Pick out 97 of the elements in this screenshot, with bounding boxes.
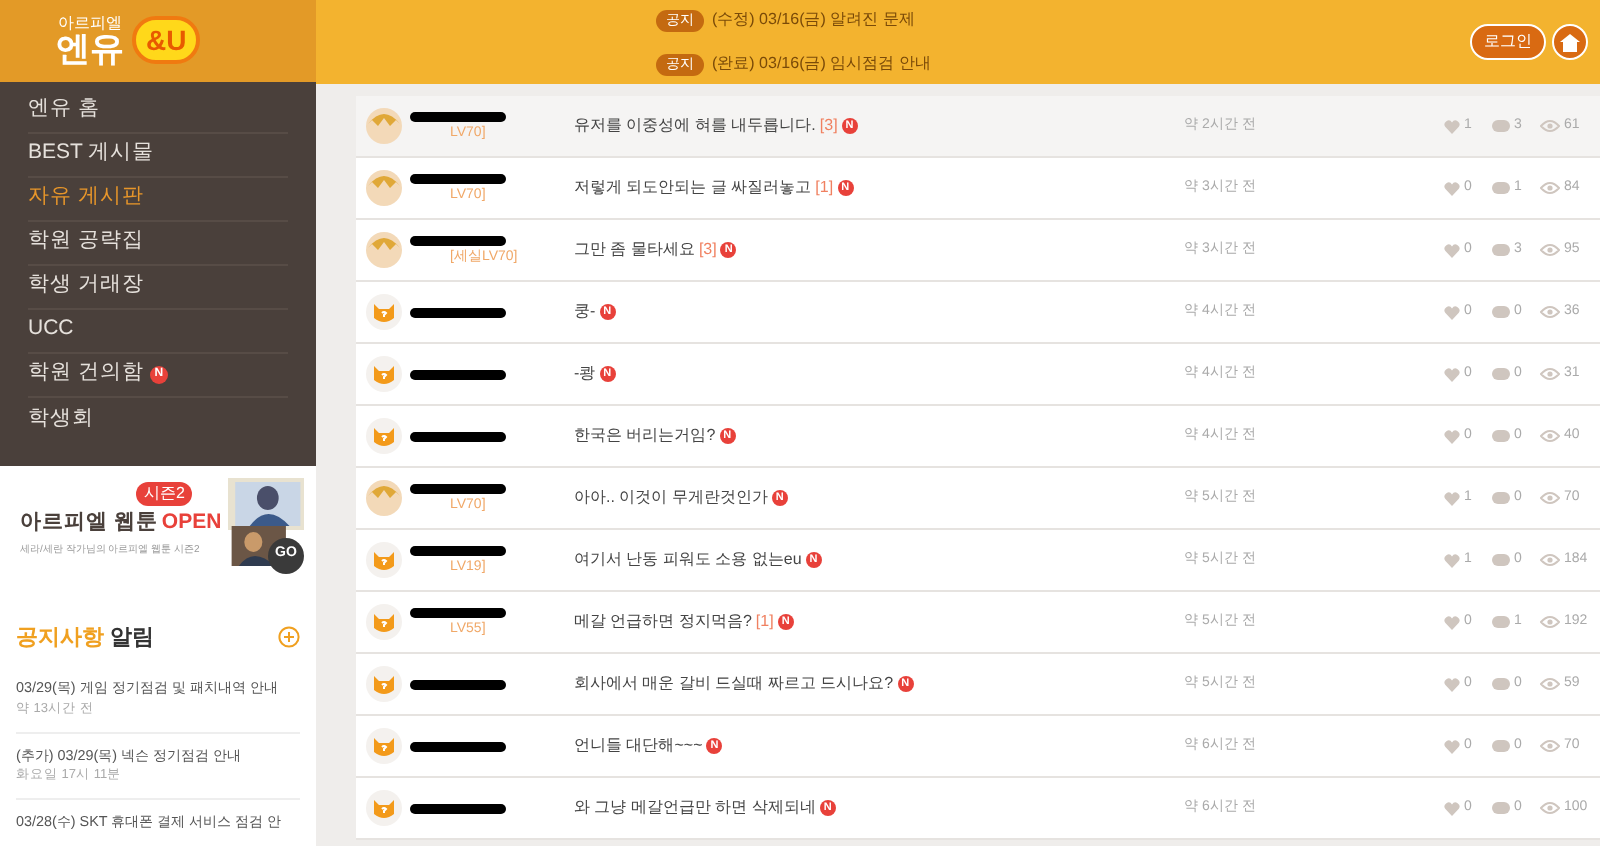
notice-link[interactable]: (수정) 03/16(금) 알려진 문제	[712, 8, 915, 32]
logo-badge: &U	[132, 16, 201, 65]
redaction-mark	[410, 546, 506, 556]
banner-open: OPEN	[161, 507, 222, 538]
notice-link[interactable]: (완료) 03/16(금) 임시점검 안내	[712, 52, 931, 76]
notice-heading: 공지사항	[16, 623, 104, 654]
comment-count: [1]	[755, 610, 774, 634]
comment-count: [3]	[698, 238, 717, 262]
eye-icon	[1540, 244, 1560, 256]
redaction-mark	[410, 484, 506, 494]
heart-icon	[1444, 181, 1460, 195]
notice-heading-sub: 알림	[110, 623, 154, 654]
post-title[interactable]: 그만 좀 물타세요	[574, 238, 695, 262]
menu-item[interactable]: BEST 게시물	[28, 133, 288, 178]
post-title[interactable]: 회사에서 매운 갈비 드실때 짜르고 드시나요?	[574, 672, 894, 696]
comment-icon	[1492, 368, 1510, 380]
cat-avatar	[366, 294, 402, 330]
eye-icon	[1540, 182, 1560, 194]
logo-subtitle: 아르피엘	[58, 15, 122, 32]
cat-avatar	[366, 790, 402, 826]
eye-icon	[1540, 120, 1560, 132]
logo-title: 엔유	[56, 31, 124, 66]
eye-icon	[1540, 368, 1560, 380]
heart-icon	[1444, 367, 1460, 381]
post-title[interactable]: 아아.. 이것이 무게란것인가	[574, 486, 768, 510]
post-title[interactable]: 저렇게 되도안되는 글 싸질러놓고	[574, 176, 812, 200]
heart-icon	[1444, 119, 1460, 133]
redaction-mark	[410, 236, 506, 246]
eye-icon	[1540, 802, 1560, 814]
cat-avatar	[366, 542, 402, 578]
post-title[interactable]: -쾅	[574, 362, 596, 386]
cat-avatar	[366, 666, 402, 702]
banner-title: 아르피엘 웹툰	[20, 507, 158, 538]
heart-icon	[1444, 739, 1460, 753]
heart-icon	[1444, 305, 1460, 319]
post-title[interactable]: 유저를 이중성에 혀를 내두릅니다.	[574, 114, 816, 138]
plus-icon[interactable]	[278, 626, 300, 649]
post-title[interactable]: 언니들 대단해~~~	[574, 734, 703, 758]
comment-icon	[1492, 430, 1510, 442]
menu-item[interactable]: 자유 게시판	[28, 177, 288, 222]
menu-item[interactable]: 학생회	[28, 397, 288, 442]
season-badge: 시즌2	[136, 481, 193, 506]
comment-icon	[1492, 554, 1510, 566]
character-avatar	[366, 232, 402, 268]
comment-icon	[1492, 182, 1510, 194]
cat-avatar	[366, 418, 402, 454]
eye-icon	[1540, 616, 1560, 628]
eye-icon	[1540, 740, 1560, 752]
comment-icon	[1492, 802, 1510, 814]
post-title[interactable]: 쿵-	[574, 300, 596, 324]
heart-icon	[1444, 243, 1460, 257]
redaction-mark	[410, 307, 506, 317]
comment-icon	[1492, 740, 1510, 752]
eye-icon	[1540, 430, 1560, 442]
redaction-mark	[410, 369, 506, 379]
cat-avatar	[366, 356, 402, 392]
redaction-mark	[410, 803, 506, 813]
cat-avatar	[366, 728, 402, 764]
redaction-mark	[410, 174, 506, 184]
eye-icon	[1540, 306, 1560, 318]
heart-icon	[1444, 491, 1460, 505]
menu-item[interactable]: 학생 거래장	[28, 265, 288, 310]
eye-icon	[1540, 678, 1560, 690]
redaction-mark	[410, 431, 506, 441]
character-avatar	[366, 480, 402, 516]
comment-count: [3]	[819, 114, 838, 138]
menu-label[interactable]: 학원 건의함	[28, 358, 144, 391]
comment-icon	[1492, 492, 1510, 504]
heart-icon	[1444, 553, 1460, 567]
post-title[interactable]: 여기서 난동 피워도 소용 없는eu	[574, 548, 802, 572]
cat-avatar	[366, 604, 402, 640]
menu-item[interactable]: 엔유 홈	[28, 89, 288, 134]
eye-icon	[1540, 492, 1560, 504]
heart-icon	[1444, 677, 1460, 691]
home-icon	[1560, 33, 1580, 51]
redaction-mark	[410, 741, 506, 751]
heart-icon	[1444, 615, 1460, 629]
character-avatar	[366, 108, 402, 144]
home-button[interactable]	[1552, 24, 1588, 60]
post-title[interactable]: 메갈 언급하면 정지먹음?	[574, 610, 752, 634]
redaction-mark	[410, 679, 506, 689]
heart-icon	[1444, 429, 1460, 443]
post-title[interactable]: 한국은 버리는거임?	[574, 424, 716, 448]
redaction-mark	[410, 608, 506, 618]
post-title[interactable]: 와 그냥 메갈언급만 하면 삭제되네	[574, 796, 816, 820]
eye-icon	[1540, 554, 1560, 566]
comment-icon	[1492, 616, 1510, 628]
character-avatar	[366, 170, 402, 206]
heart-icon	[1444, 801, 1460, 815]
comment-count: [1]	[815, 176, 834, 200]
comment-icon	[1492, 306, 1510, 318]
menu-item[interactable]: 학원 공략집	[28, 221, 288, 266]
comment-icon	[1492, 120, 1510, 132]
comment-icon	[1492, 678, 1510, 690]
comment-icon	[1492, 244, 1510, 256]
menu-item[interactable]: UCC	[28, 309, 288, 354]
redaction-mark	[410, 112, 506, 122]
